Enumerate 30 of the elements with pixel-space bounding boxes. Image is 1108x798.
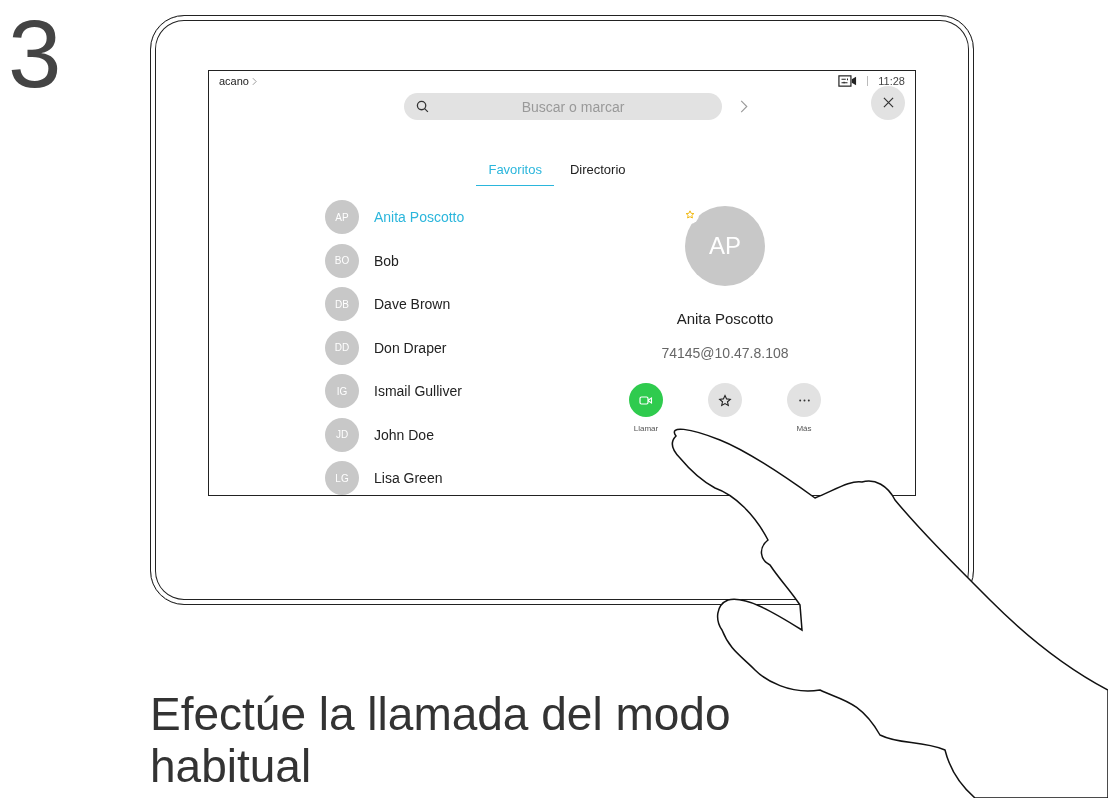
search-icon (416, 100, 429, 113)
camera-panel-icon (838, 75, 858, 87)
close-icon (882, 97, 894, 108)
call-button[interactable] (629, 383, 663, 417)
more-icon (798, 398, 810, 402)
action-label: Llamar (633, 424, 659, 433)
contact-name: Dave Brown (374, 296, 451, 312)
caption-text: Efectúe la llamada del modo habitual (150, 688, 732, 792)
tab[interactable]: Directorio (563, 158, 632, 186)
more-button[interactable] (787, 383, 821, 417)
chevron-right-icon (740, 100, 748, 113)
step-number: 3 (8, 6, 62, 102)
contact-address: 74145@10.47.8.108 (661, 345, 789, 361)
contact-name: John Doe (374, 426, 434, 443)
contact-name: Bob (374, 252, 399, 269)
clock-time: 11:28 (878, 75, 905, 87)
favorite-button[interactable] (708, 383, 742, 417)
contact-name: Anita Poscotto (374, 209, 465, 225)
chevron-right-icon (252, 76, 257, 86)
contact-name: Lisa Green (374, 470, 443, 486)
star-icon (685, 210, 695, 220)
contact-name: Anita Poscotto (676, 310, 774, 327)
star-icon (718, 393, 732, 407)
contact-name: Ismail Gulliver (374, 383, 462, 399)
video-camera-icon (639, 393, 653, 407)
breadcrumb-link[interactable]: acano (219, 75, 257, 87)
search-field[interactable]: Buscar o marcar (404, 93, 722, 120)
contact-name: Don Draper (374, 339, 447, 356)
close-button[interactable] (871, 85, 905, 120)
action-label: Más (796, 424, 812, 433)
